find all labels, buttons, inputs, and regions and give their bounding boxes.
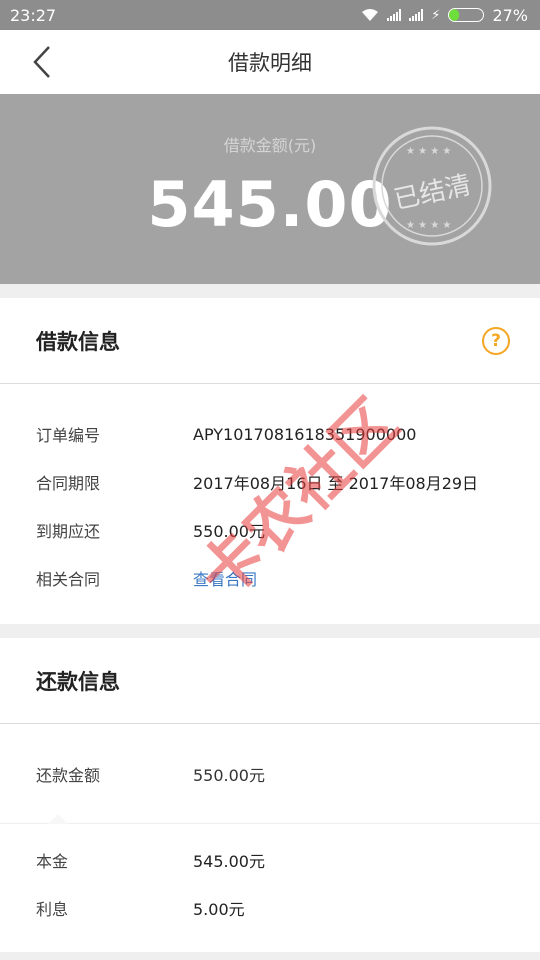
repay-total-row: 还款金额 550.00元	[0, 724, 540, 824]
signal-icon	[387, 9, 402, 21]
wifi-icon	[362, 9, 379, 21]
principal-row: 本金 545.00元	[0, 836, 540, 884]
settled-stamp: ★ ★ ★ ★ ★ ★ ★ ★ 已结清	[370, 124, 494, 248]
repay-info-card: 还款信息 还款金额 550.00元 本金 545.00元 利息 5.00元	[0, 638, 540, 952]
chevron-left-icon	[33, 46, 50, 78]
screen: 23:27 ⚡ 27% 借款明细 借款金额(元) 545.00 ★ ★ ★ ★ …	[0, 0, 540, 960]
status-time: 23:27	[10, 5, 57, 25]
repay-info-header: 还款信息	[0, 638, 540, 724]
related-contract-row: 相关合同 查看合同	[0, 554, 540, 602]
loan-info-header: 借款信息 ?	[0, 298, 540, 384]
principal-value: 545.00元	[193, 852, 265, 871]
battery-percent: 27%	[492, 5, 528, 25]
row-label: 相关合同	[36, 570, 101, 589]
repay-info-title: 还款信息	[36, 669, 120, 694]
contract-period-row: 合同期限 2017年08月16日 至 2017年08月29日	[0, 458, 540, 506]
row-label: 合同期限	[36, 474, 101, 493]
charging-icon: ⚡	[431, 7, 441, 23]
svg-text:★ ★ ★ ★: ★ ★ ★ ★	[406, 220, 451, 231]
nav-bar: 借款明细	[0, 30, 540, 94]
view-contract-link[interactable]: 查看合同	[193, 566, 257, 590]
row-label: 还款金额	[36, 765, 101, 785]
row-label: 本金	[36, 852, 69, 871]
status-icons: ⚡ 27%	[361, 6, 528, 25]
battery-fill	[449, 9, 459, 21]
loan-info-card: 借款信息 ? 订单编号 APY1017081618351900000 合同期限 …	[0, 298, 540, 624]
loan-info-rows: 订单编号 APY1017081618351900000 合同期限 2017年08…	[0, 384, 540, 624]
amount-hero: 借款金额(元) 545.00 ★ ★ ★ ★ ★ ★ ★ ★ 已结清	[0, 94, 540, 284]
status-bar: 23:27 ⚡ 27%	[0, 0, 540, 30]
repay-total-value: 550.00元	[193, 765, 265, 785]
due-amount-value: 550.00元	[193, 522, 265, 541]
signal-icon-2	[409, 9, 424, 21]
repay-detail-rows: 本金 545.00元 利息 5.00元	[0, 824, 540, 952]
caret-up-icon	[48, 814, 68, 824]
row-label: 订单编号	[36, 426, 101, 445]
page-title: 借款明细	[228, 51, 312, 75]
svg-text:★ ★ ★ ★: ★ ★ ★ ★	[406, 146, 451, 157]
order-number-value: APY1017081618351900000	[193, 424, 417, 444]
order-number-row: 订单编号 APY1017081618351900000	[0, 410, 540, 458]
row-label: 利息	[36, 900, 69, 919]
contract-period-value: 2017年08月16日 至 2017年08月29日	[193, 474, 479, 493]
amount-value: 545.00	[147, 168, 393, 241]
help-icon[interactable]: ?	[482, 326, 510, 355]
amount-label: 借款金额(元)	[223, 136, 317, 155]
battery-icon	[448, 8, 485, 22]
row-label: 到期应还	[36, 522, 101, 541]
interest-row: 利息 5.00元	[0, 884, 540, 932]
interest-value: 5.00元	[193, 900, 245, 919]
back-button[interactable]	[22, 42, 62, 82]
due-amount-row: 到期应还 550.00元	[0, 506, 540, 554]
loan-info-title: 借款信息	[36, 329, 120, 354]
